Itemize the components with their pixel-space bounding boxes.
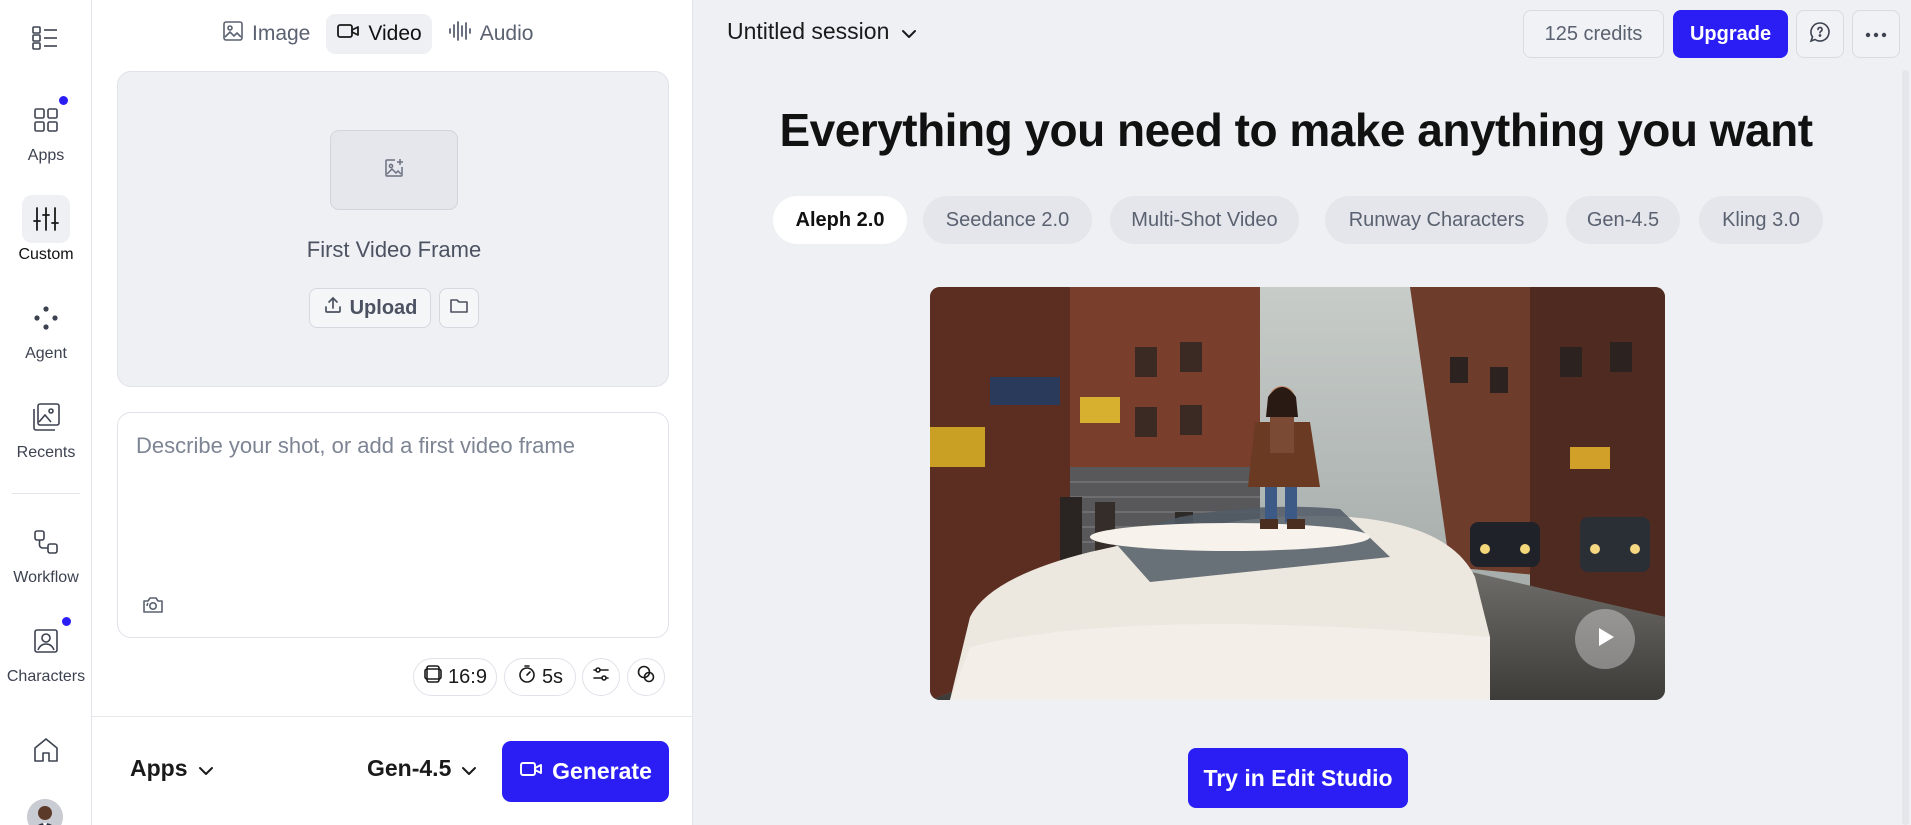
tab-video[interactable]: Video <box>326 14 432 54</box>
chip-seedance[interactable]: Seedance 2.0 <box>923 196 1092 244</box>
frame-title: First Video Frame <box>306 237 482 262</box>
more-horizontal-icon <box>1865 25 1887 43</box>
upload-button[interactable]: Upload <box>309 288 431 328</box>
tab-image[interactable]: Image <box>212 14 320 54</box>
session-title: Untitled session <box>727 18 890 44</box>
generate-button[interactable]: Generate <box>502 741 669 802</box>
chip-multi-shot[interactable]: Multi-Shot Video <box>1110 196 1299 244</box>
tab-video-label: Video <box>368 22 422 45</box>
chip-runway-characters[interactable]: Runway Characters <box>1325 196 1548 244</box>
mode-tabs: Image Video Audio <box>212 14 543 54</box>
rail-divider <box>12 493 80 494</box>
video-still <box>930 287 1665 700</box>
aspect-ratio-icon <box>423 664 443 690</box>
rail-item-home[interactable] <box>0 726 92 774</box>
rail-item-agent[interactable]: Agent <box>0 294 92 363</box>
rail-item-apps[interactable]: Apps <box>0 96 92 165</box>
left-rail: Apps Custom Agent Recents Workflow Chara… <box>0 0 92 825</box>
timer-icon <box>517 664 537 690</box>
chip-aleph[interactable]: Aleph 2.0 <box>773 196 907 244</box>
frame-placeholder[interactable] <box>330 130 458 210</box>
rail-label-workflow: Workflow <box>13 569 79 586</box>
try-edit-studio-button[interactable]: Try in Edit Studio <box>1188 748 1408 808</box>
rail-label-characters: Characters <box>6 668 86 685</box>
rail-label-agent: Agent <box>25 345 67 362</box>
workflow-icon <box>22 518 70 566</box>
rail-item-recents[interactable]: Recents <box>0 393 92 462</box>
aspect-ratio-button[interactable]: 16:9 <box>413 658 497 696</box>
chevron-down-icon <box>901 18 917 45</box>
session-title-dropdown[interactable]: Untitled session <box>727 18 917 45</box>
duration-button[interactable]: 5s <box>504 658 576 696</box>
rail-label-apps: Apps <box>27 147 65 164</box>
notification-dot <box>62 617 71 626</box>
apps-grid-icon <box>22 96 70 144</box>
more-options-button[interactable] <box>1852 10 1900 58</box>
video-camera-icon <box>336 21 360 47</box>
credits-badge[interactable]: 125 credits <box>1523 10 1664 58</box>
home-icon <box>22 726 70 774</box>
showcase-video[interactable] <box>930 287 1665 700</box>
tab-image-label: Image <box>252 22 311 45</box>
upgrade-button[interactable]: Upgrade <box>1673 10 1788 58</box>
feedback-button[interactable] <box>1796 10 1844 58</box>
folder-icon <box>449 297 469 320</box>
panel-divider <box>92 716 693 717</box>
prompt-input[interactable] <box>136 433 646 485</box>
apps-dropdown[interactable]: Apps <box>130 755 214 782</box>
agent-dots-icon <box>22 294 70 342</box>
chevron-down-icon <box>461 755 477 782</box>
style-icon <box>636 664 656 690</box>
folder-button[interactable] <box>439 288 479 328</box>
settings-sliders-icon <box>591 664 611 690</box>
characters-icon <box>22 617 71 665</box>
play-button[interactable] <box>1575 609 1635 669</box>
tab-audio[interactable]: Audio <box>438 14 544 54</box>
menu-list-icon[interactable] <box>29 24 61 52</box>
add-image-icon <box>383 157 405 184</box>
audio-wave-icon <box>448 20 472 48</box>
chat-question-icon <box>1808 20 1832 49</box>
scrollbar[interactable] <box>1902 70 1909 825</box>
recents-gallery-icon <box>22 393 70 441</box>
rail-label-recents: Recents <box>16 444 76 461</box>
apps-dropdown-label: Apps <box>130 755 188 781</box>
tab-audio-label: Audio <box>479 22 534 45</box>
rail-label-custom: Custom <box>18 246 74 263</box>
camera-control-icon[interactable] <box>140 592 166 618</box>
main-area: Untitled session 125 credits Upgrade Eve… <box>693 0 1911 825</box>
upload-label: Upload <box>349 296 418 319</box>
hero-headline: Everything you need to make anything you… <box>779 104 1813 156</box>
style-button[interactable] <box>627 658 665 696</box>
compose-panel: Image Video Audio First Video Frame Uplo… <box>92 0 693 825</box>
prompt-box <box>117 412 669 638</box>
chip-kling[interactable]: Kling 3.0 <box>1699 196 1823 244</box>
settings-button[interactable] <box>582 658 620 696</box>
image-icon <box>222 20 244 48</box>
sliders-icon <box>22 195 70 243</box>
user-avatar[interactable] <box>27 799 63 825</box>
video-camera-icon <box>519 758 543 785</box>
rail-item-custom[interactable]: Custom <box>0 195 92 264</box>
chip-gen45[interactable]: Gen-4.5 <box>1566 196 1680 244</box>
rail-item-characters[interactable]: Characters <box>0 617 92 686</box>
model-dropdown[interactable]: Gen-4.5 <box>367 755 477 782</box>
duration-value: 5s <box>541 665 564 688</box>
generate-label: Generate <box>552 758 652 784</box>
play-icon <box>1594 625 1616 654</box>
rail-item-workflow[interactable]: Workflow <box>0 518 92 587</box>
upload-icon <box>323 295 343 321</box>
first-frame-dropzone[interactable]: First Video Frame Upload <box>117 71 669 387</box>
chevron-down-icon <box>198 755 214 782</box>
aspect-ratio-value: 16:9 <box>448 665 487 688</box>
notification-dot <box>59 96 68 105</box>
model-dropdown-label: Gen-4.5 <box>367 755 452 781</box>
